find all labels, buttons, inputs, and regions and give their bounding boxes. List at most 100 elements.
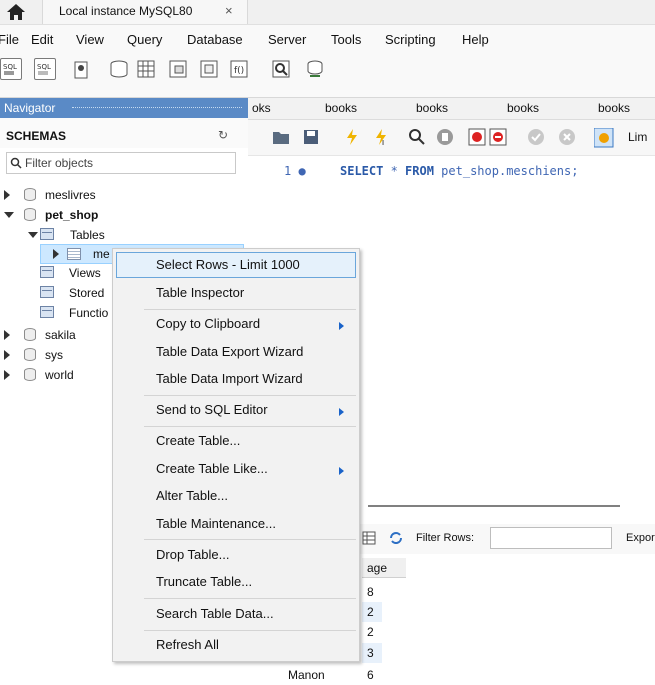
close-tab-icon[interactable]: × [225,3,233,18]
line-number: 1 ● [284,164,306,178]
explain-icon[interactable] [408,128,426,146]
menu-item-send-to-sql-editor[interactable]: Send to SQL Editor [156,402,268,417]
filter-rows-label: Filter Rows: [416,532,475,544]
schemas-header: SCHEMAS ↻ [0,118,248,148]
cell-name[interactable]: Manon [288,668,325,682]
schema-sys[interactable]: sys [4,346,104,366]
editor-tab[interactable]: books [507,101,539,115]
views-label: Views [69,266,101,280]
inspector-icon[interactable] [70,58,92,80]
new-sql-tab-icon[interactable]: SQL [0,58,22,80]
search-table-data-icon[interactable] [270,58,292,80]
schema-icon [24,188,36,201]
execute-icon[interactable] [343,128,361,146]
stop-icon[interactable] [436,128,454,146]
menu-item-create-table[interactable]: Create Table... [156,433,240,448]
cell-age[interactable]: 3 [362,643,382,663]
menu-item-search-table-data[interactable]: Search Table Data... [156,606,274,621]
commit-icon[interactable] [527,128,545,146]
menu-server[interactable]: Server [268,32,306,47]
menu-separator [144,426,356,427]
expand-icon[interactable] [4,330,10,340]
save-icon[interactable] [302,128,320,146]
expand-icon[interactable] [4,370,10,380]
editor-tab[interactable]: books [416,101,448,115]
create-schema-icon[interactable] [108,58,130,80]
limit-rows-label[interactable]: Lim [628,130,647,144]
menu-file[interactable]: File [0,32,19,47]
menu-item-table-maintenance[interactable]: Table Maintenance... [156,516,276,531]
autocommit-toggle-icon[interactable] [593,127,614,148]
reconnect-icon[interactable] [304,58,326,80]
menu-bar: File Edit View Query Database Server Too… [0,24,655,54]
sql-statement[interactable]: SELECT * FROM pet_shop.meschiens; [340,164,578,178]
menu-tools[interactable]: Tools [331,32,361,47]
filter-objects-field[interactable] [6,152,236,174]
menu-item-select-rows[interactable]: Select Rows - Limit 1000 [156,257,300,272]
refresh-schemas-icon[interactable]: ↻ [218,128,228,142]
svg-text:f(): f() [234,66,244,76]
filter-rows-input[interactable] [490,527,612,549]
views-folder-icon [40,266,54,278]
column-header-age[interactable]: age [362,558,406,578]
views-folder[interactable]: Views [40,264,120,284]
menu-item-refresh-all[interactable]: Refresh All [156,637,219,652]
cell-age[interactable]: 8 [362,582,382,602]
connection-tab[interactable]: Local instance MySQL80 × [42,0,248,24]
menu-item-copy-to-clipboard[interactable]: Copy to Clipboard [156,316,260,331]
menu-item-alter-table[interactable]: Alter Table... [156,488,228,503]
stored-procedures-folder[interactable]: Stored [40,284,120,304]
collapse-icon[interactable] [4,212,14,218]
schema-pet-shop[interactable]: pet_shop [4,206,204,226]
cell-age[interactable]: 2 [362,622,382,642]
stop-on-error-icon[interactable] [489,128,507,146]
menu-separator [144,309,356,310]
toggle-continue-icon[interactable] [468,128,486,146]
expand-icon[interactable] [4,350,10,360]
menu-item-create-table-like[interactable]: Create Table Like... [156,461,268,476]
cell-age[interactable]: 6 [362,665,382,685]
collapse-icon[interactable] [28,232,38,238]
menu-separator [144,395,356,396]
navigator-title: Navigator [4,101,56,115]
grid-icon[interactable] [362,531,376,545]
menu-view[interactable]: View [76,32,104,47]
menu-item-import-wizard[interactable]: Table Data Import Wizard [156,371,303,386]
panel-splitter[interactable] [368,505,620,507]
filter-objects-input[interactable] [25,155,225,171]
editor-tab[interactable]: books [598,101,630,115]
functions-folder[interactable]: Functio [40,304,120,324]
editor-tab[interactable]: oks [252,101,271,115]
export-button[interactable]: Expor [626,532,655,544]
create-view-icon[interactable] [167,58,189,80]
open-sql-script-icon[interactable]: SQL [34,58,56,80]
menu-item-truncate-table[interactable]: Truncate Table... [156,574,252,589]
menu-help[interactable]: Help [462,32,489,47]
menu-scripting[interactable]: Scripting [385,32,436,47]
home-icon[interactable] [6,3,26,21]
execute-current-icon[interactable]: I [372,128,390,147]
rollback-icon[interactable] [558,128,576,146]
menu-edit[interactable]: Edit [31,32,53,47]
create-procedure-icon[interactable] [198,58,220,80]
menu-item-table-inspector[interactable]: Table Inspector [156,285,244,300]
refresh-icon[interactable] [388,531,404,545]
schema-meslivres[interactable]: meslivres [4,186,204,206]
schema-world[interactable]: world [4,366,104,386]
cell-age[interactable]: 2 [362,602,382,622]
open-folder-icon[interactable] [272,128,290,146]
menu-item-drop-table[interactable]: Drop Table... [156,547,229,562]
editor-tab[interactable]: books [325,101,357,115]
schema-sakila[interactable]: sakila [4,326,104,346]
expand-icon[interactable] [53,249,59,259]
expand-icon[interactable] [4,190,10,200]
create-function-icon[interactable]: f() [228,58,250,80]
main-toolbar [0,54,655,98]
menu-query[interactable]: Query [127,32,162,47]
tables-folder[interactable]: Tables [28,226,228,246]
line-marker-icon: ● [298,164,306,178]
menu-database[interactable]: Database [187,32,243,47]
create-table-icon[interactable] [135,58,157,80]
menu-item-export-wizard[interactable]: Table Data Export Wizard [156,344,303,359]
schema-name: world [45,368,74,382]
